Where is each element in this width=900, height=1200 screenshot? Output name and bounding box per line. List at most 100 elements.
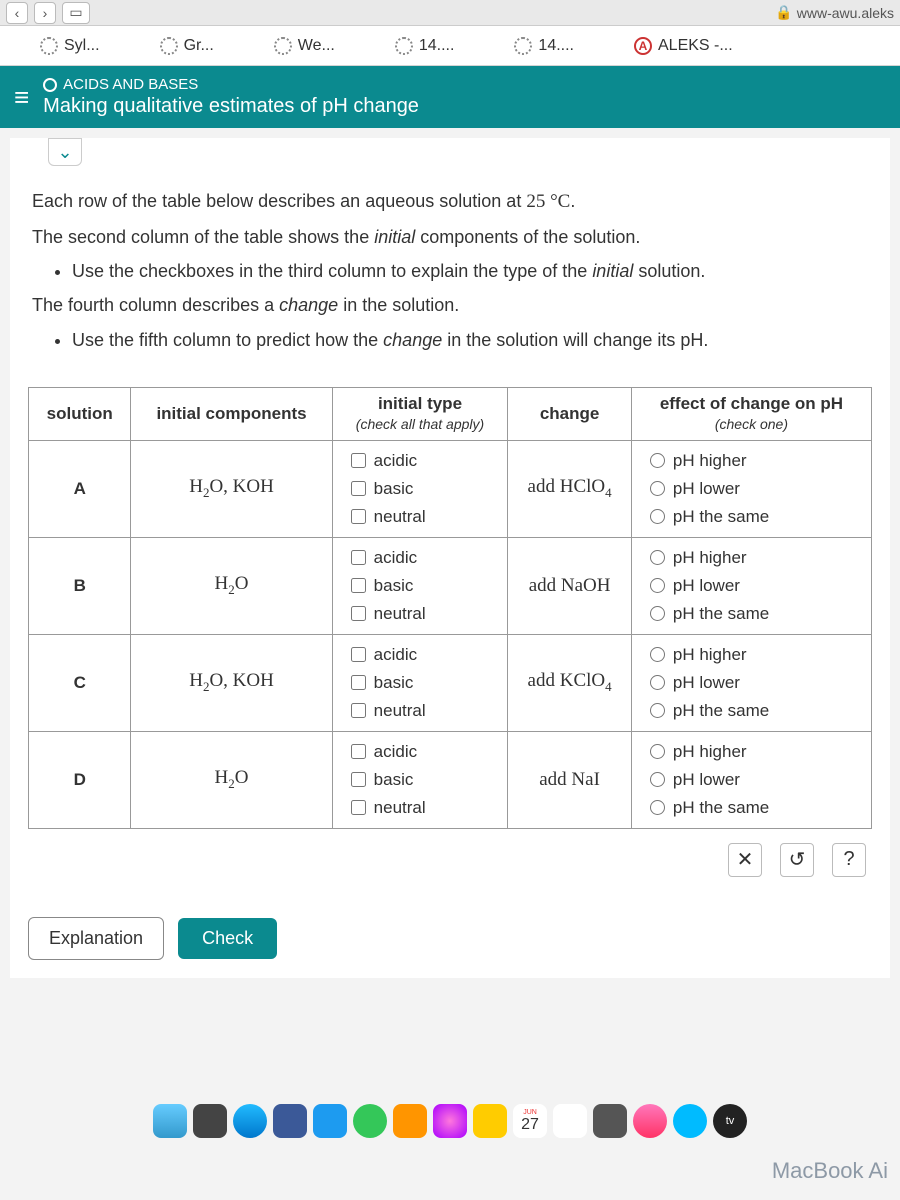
type-checkbox[interactable] [351, 744, 366, 759]
type-checkbox[interactable] [351, 772, 366, 787]
effect-radio[interactable] [650, 578, 665, 593]
type-option[interactable]: acidic [351, 645, 417, 665]
app-icon-2[interactable] [393, 1104, 427, 1138]
app-icon-4[interactable] [593, 1104, 627, 1138]
effect-option[interactable]: pH the same [650, 604, 769, 624]
effect-radio[interactable] [650, 772, 665, 787]
back-button[interactable]: ‹ [6, 2, 28, 24]
effect-radio[interactable] [650, 509, 665, 524]
module-title: Making qualitative estimates of pH chang… [43, 95, 419, 118]
type-checkbox[interactable] [351, 578, 366, 593]
check-button[interactable]: Check [178, 918, 277, 959]
explanation-button[interactable]: Explanation [28, 917, 164, 960]
problem-table: solution initial components initial type… [28, 387, 872, 829]
music-icon[interactable] [633, 1104, 667, 1138]
effect-option[interactable]: pH higher [650, 451, 747, 471]
effect-radio[interactable] [650, 550, 665, 565]
type-option[interactable]: neutral [351, 798, 426, 818]
sidebar-toggle[interactable]: ▭ [62, 2, 90, 24]
effect-option[interactable]: pH higher [650, 742, 747, 762]
effect-radio[interactable] [650, 606, 665, 621]
option-label: basic [374, 770, 414, 790]
tab-4[interactable]: 14.... [514, 37, 574, 55]
option-label: pH lower [673, 770, 740, 790]
tab-5[interactable]: AALEKS -... [634, 37, 733, 55]
finder-icon[interactable] [153, 1104, 187, 1138]
app-icon[interactable] [273, 1104, 307, 1138]
option-label: pH the same [673, 701, 769, 721]
type-option[interactable]: neutral [351, 507, 426, 527]
type-option[interactable]: basic [351, 479, 414, 499]
type-option[interactable]: acidic [351, 451, 417, 471]
module-category: ACIDS AND BASES [43, 76, 419, 93]
effect-radio[interactable] [650, 800, 665, 815]
reminders-icon[interactable] [553, 1104, 587, 1138]
collapse-toggle[interactable]: ⌄ [48, 138, 82, 166]
close-button[interactable]: ✕ [728, 843, 762, 877]
type-checkbox[interactable] [351, 453, 366, 468]
app-icon-3[interactable] [473, 1104, 507, 1138]
appletv-icon[interactable]: tv [713, 1104, 747, 1138]
tab-1[interactable]: Gr... [160, 37, 214, 55]
menu-icon[interactable]: ≡ [14, 82, 29, 113]
col-components: initial components [131, 387, 332, 440]
mail-icon[interactable] [313, 1104, 347, 1138]
type-checkbox[interactable] [351, 550, 366, 565]
browser-toolbar: ‹ › ▭ 🔒 www-awu.aleks [0, 0, 900, 26]
safari-icon[interactable] [233, 1104, 267, 1138]
effect-option[interactable]: pH the same [650, 798, 769, 818]
type-option[interactable]: neutral [351, 604, 426, 624]
type-option[interactable]: acidic [351, 742, 417, 762]
forward-button[interactable]: › [34, 2, 56, 24]
type-checkbox[interactable] [351, 800, 366, 815]
effect-option[interactable]: pH lower [650, 673, 740, 693]
undo-button[interactable]: ↺ [780, 843, 814, 877]
effect-radio[interactable] [650, 453, 665, 468]
tab-3[interactable]: 14.... [395, 37, 455, 55]
effect-option[interactable]: pH higher [650, 645, 747, 665]
type-option[interactable]: acidic [351, 548, 417, 568]
type-option[interactable]: basic [351, 770, 414, 790]
type-checkbox[interactable] [351, 703, 366, 718]
type-checkbox[interactable] [351, 675, 366, 690]
effect-radio[interactable] [650, 744, 665, 759]
change-cell: add HClO4 [508, 440, 632, 537]
url-display: 🔒 www-awu.aleks [775, 4, 894, 21]
type-option[interactable]: neutral [351, 701, 426, 721]
option-label: neutral [374, 701, 426, 721]
effect-radio[interactable] [650, 703, 665, 718]
effect-option[interactable]: pH higher [650, 548, 747, 568]
initial-components: H2O, KOH [131, 440, 332, 537]
effect-radio[interactable] [650, 481, 665, 496]
effect-option[interactable]: pH lower [650, 479, 740, 499]
tab-2[interactable]: We... [274, 37, 335, 55]
col-solution: solution [29, 387, 131, 440]
launchpad-icon[interactable] [193, 1104, 227, 1138]
effect-option[interactable]: pH the same [650, 701, 769, 721]
type-checkbox[interactable] [351, 509, 366, 524]
tab-loading-icon [514, 37, 532, 55]
option-label: acidic [374, 548, 417, 568]
type-checkbox[interactable] [351, 481, 366, 496]
tab-0[interactable]: Syl... [40, 37, 100, 55]
messages-icon[interactable] [353, 1104, 387, 1138]
type-option[interactable]: basic [351, 673, 414, 693]
app-icon-5[interactable] [673, 1104, 707, 1138]
option-label: pH lower [673, 576, 740, 596]
effect-option[interactable]: pH the same [650, 507, 769, 527]
option-label: pH the same [673, 604, 769, 624]
type-checkbox[interactable] [351, 606, 366, 621]
type-option[interactable]: basic [351, 576, 414, 596]
effect-radio[interactable] [650, 675, 665, 690]
photos-icon[interactable] [433, 1104, 467, 1138]
option-label: pH higher [673, 451, 747, 471]
table-row: CH2O, KOHacidicbasicneutraladd KClO4pH h… [29, 634, 872, 731]
effect-radio[interactable] [650, 647, 665, 662]
help-button[interactable]: ? [832, 843, 866, 877]
effect-option[interactable]: pH lower [650, 770, 740, 790]
type-checkbox[interactable] [351, 647, 366, 662]
macos-dock[interactable]: JUN27 tv [0, 1098, 900, 1144]
calendar-icon[interactable]: JUN27 [513, 1104, 547, 1138]
effect-option[interactable]: pH lower [650, 576, 740, 596]
category-circle-icon [43, 78, 57, 92]
